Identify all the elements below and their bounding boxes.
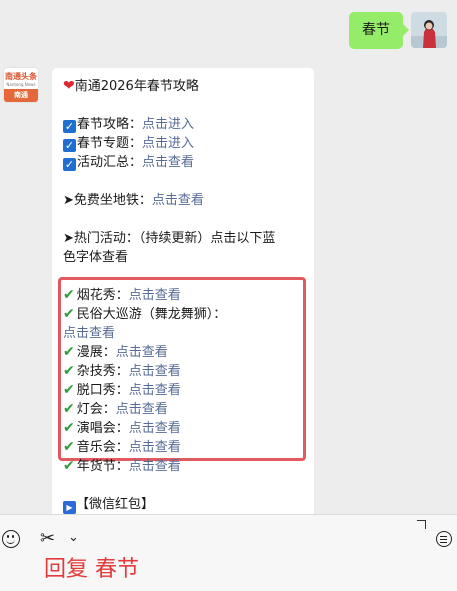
activity-link[interactable]: 点击查看 [129, 288, 181, 303]
activity-label: 杂技秀： [76, 364, 129, 379]
emoji-icon[interactable] [2, 530, 20, 548]
activity-label: 灯会： [76, 402, 116, 417]
check-mark-icon: ✔ [63, 401, 75, 417]
red-packet-line: ▶ 【微信红包】 [63, 495, 306, 514]
official-account-avatar[interactable]: 南通头条 Nantong News 南通 [3, 67, 39, 103]
user-message-text: 春节 [362, 22, 390, 38]
guide-item-link[interactable]: 点击进入 [142, 136, 194, 151]
guide-item: ✓ 活动汇总：点击查看 [63, 153, 306, 172]
official-account-message-bubble: ❤南通2026年春节攻略 ✓ 春节攻略：点击进入 ✓ 春节专题：点击进入 ✓ 活动汇总… [52, 68, 314, 528]
activity-item: ✔ 脱口秀：点击查看 [63, 381, 306, 400]
activity-item: ✔ 杂技秀：点击查看 [63, 362, 306, 381]
activity-label: 音乐会： [76, 440, 129, 455]
guide-item: ✓ 春节专题：点击进入 [63, 134, 306, 153]
activity-label: 脱口秀： [76, 383, 129, 398]
hot-activities-line-cont: 色字体查看 [63, 250, 129, 265]
activity-item-wrap: 点击查看 [63, 324, 306, 343]
check-mark-icon: ✔ [63, 306, 75, 322]
metro-line: ➤免费坐地铁：点击查看 [63, 191, 306, 210]
message-title-line: ❤南通2026年春节攻略 [63, 77, 306, 96]
metro-link[interactable]: 点击查看 [152, 193, 204, 208]
activity-link[interactable]: 点击查看 [129, 459, 181, 474]
guide-item: ✓ 春节攻略：点击进入 [63, 115, 306, 134]
heart-icon: ❤ [63, 78, 75, 94]
activity-item: ✔ 漫展：点击查看 [63, 343, 306, 362]
check-mark-icon: ✔ [63, 458, 75, 474]
check-mark-icon: ✔ [63, 439, 75, 455]
activity-item: ✔ 民俗大巡游（舞龙舞狮）： [63, 305, 306, 324]
chevron-down-icon[interactable]: ⌄ [68, 528, 79, 548]
activity-link[interactable]: 点击查看 [116, 402, 168, 417]
activity-item: ✔ 年货节：点击查看 [63, 457, 306, 476]
activity-item: ✔ 演唱会：点击查看 [63, 419, 306, 438]
user-avatar-image [411, 12, 447, 48]
avatar-logo-subtext: Nantong News [6, 82, 36, 87]
check-mark-icon: ✔ [63, 420, 75, 436]
avatar-logo-text: 南通头条 [5, 72, 37, 81]
check-mark-icon: ✔ [63, 344, 75, 360]
red-packet-label[interactable]: 【微信红包】 [76, 497, 154, 512]
activity-link[interactable]: 点击查看 [116, 345, 168, 360]
guide-item-label: 春节攻略： [77, 117, 143, 132]
activity-label: 烟花秀： [76, 288, 129, 303]
guide-item-link[interactable]: 点击查看 [142, 155, 194, 170]
activity-link[interactable]: 点击查看 [129, 440, 181, 455]
user-avatar[interactable] [411, 12, 447, 48]
metro-label: ➤免费坐地铁： [63, 193, 152, 208]
activity-link[interactable]: 点击查看 [129, 383, 181, 398]
activity-label: 年货节： [76, 459, 129, 474]
activity-link[interactable]: 点击查看 [129, 364, 181, 379]
activity-label: 民俗大巡游（舞龙舞狮）： [76, 307, 227, 322]
check-mark-icon: ✔ [63, 382, 75, 398]
check-mark-icon: ✔ [63, 287, 75, 303]
message-title: 南通2026年春节攻略 [74, 79, 199, 94]
activity-item: ✔ 灯会：点击查看 [63, 400, 306, 419]
guide-item-label: 活动汇总： [77, 155, 143, 170]
play-icon: ▶ [63, 501, 76, 514]
checkbox-icon: ✓ [63, 139, 76, 152]
activity-label: 漫展： [76, 345, 116, 360]
check-mark-icon: ✔ [63, 363, 75, 379]
activity-label: 演唱会： [76, 421, 129, 436]
checkbox-icon: ✓ [63, 158, 76, 171]
reply-hint-text: 回复 春节 [44, 557, 139, 582]
activity-item: ✔ 烟花秀：点击查看 [63, 286, 306, 305]
menu-list-icon[interactable] [436, 531, 452, 547]
activity-link[interactable]: 点击查看 [129, 421, 181, 436]
activity-link[interactable]: 点击查看 [63, 326, 115, 341]
scissors-icon[interactable]: ✂ [40, 529, 55, 549]
checkbox-icon: ✓ [63, 120, 76, 133]
bottom-input-bar: ✂ ⌄ 回复 春节 [0, 514, 457, 591]
user-message-bubble: 春节 [349, 12, 409, 49]
avatar-logo-band: 南通 [4, 89, 38, 102]
guide-item-link[interactable]: 点击进入 [142, 117, 194, 132]
hot-activities-line: ➤热门活动：（持续更新）点击以下蓝 [63, 231, 276, 246]
guide-item-label: 春节专题： [77, 136, 143, 151]
expand-corner-icon[interactable] [417, 520, 426, 529]
activity-item: ✔ 音乐会：点击查看 [63, 438, 306, 457]
